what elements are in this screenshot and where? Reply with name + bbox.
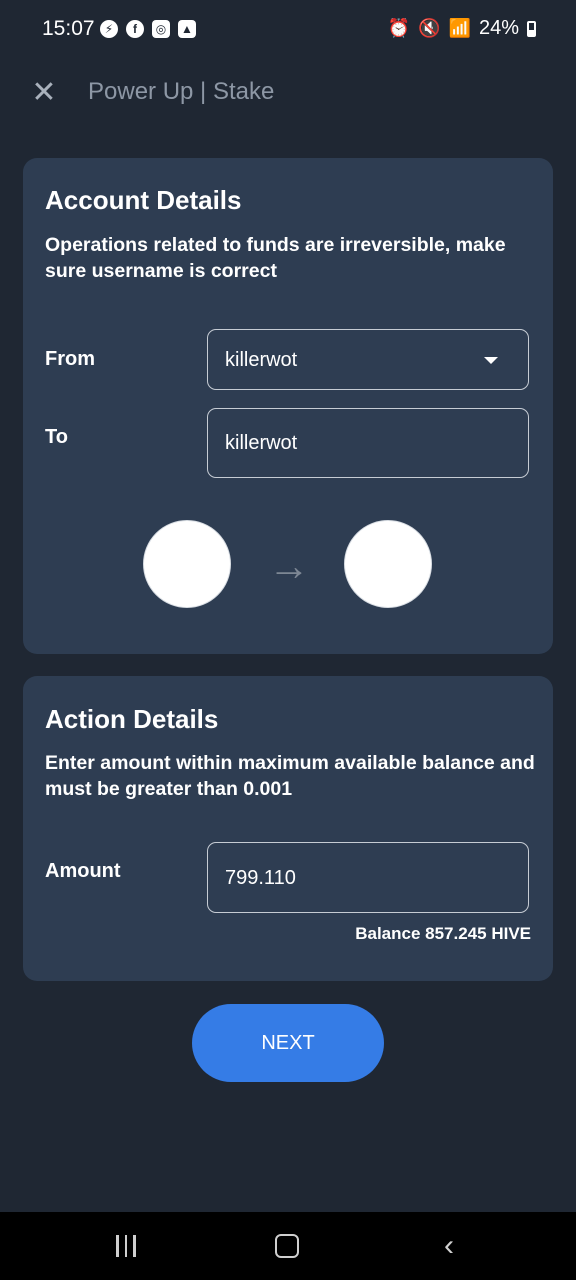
app-header: ✕ Power Up | Stake bbox=[0, 58, 576, 130]
status-time: 15:07 bbox=[42, 17, 95, 40]
action-details-title: Action Details bbox=[45, 704, 219, 734]
account-details-card: Account Details Operations related to fu… bbox=[23, 158, 553, 654]
to-account-input[interactable]: killerwot bbox=[207, 408, 529, 478]
page-title: Power Up | Stake bbox=[88, 78, 275, 105]
account-details-title: Account Details bbox=[45, 185, 242, 215]
account-details-subtitle: Operations related to funds are irrevers… bbox=[45, 234, 506, 282]
amount-input[interactable]: 799.110 bbox=[207, 842, 529, 913]
from-label: From bbox=[45, 348, 95, 370]
battery-icon bbox=[527, 20, 536, 37]
navigation-bar: ‹ bbox=[0, 1212, 576, 1280]
balance-text: Balance 857.245 HIVE bbox=[355, 924, 531, 943]
amount-value: 799.110 bbox=[225, 867, 296, 889]
next-button[interactable]: NEXT bbox=[192, 1004, 384, 1082]
amount-label: Amount bbox=[45, 860, 121, 882]
to-label: To bbox=[45, 426, 68, 448]
from-account-dropdown[interactable]: killerwot bbox=[207, 329, 529, 390]
system-icons: ⏰ 🔇 📶 24% bbox=[388, 17, 536, 40]
arrow-right-icon: → bbox=[268, 542, 310, 589]
home-icon[interactable] bbox=[267, 1230, 307, 1262]
close-icon[interactable]: ✕ bbox=[28, 78, 60, 110]
to-avatar bbox=[344, 520, 432, 608]
dropdown-caret-icon bbox=[484, 357, 498, 364]
notification-icons: ⚡ f ◎ ▲ bbox=[100, 20, 196, 38]
alarm-icon: ⏰ bbox=[387, 18, 411, 38]
from-avatar bbox=[143, 520, 231, 608]
status-bar: 15:07 ⚡ f ◎ ▲ ⏰ 🔇 📶 24% bbox=[0, 0, 576, 58]
back-icon[interactable]: ‹ bbox=[429, 1229, 469, 1262]
messenger-icon: ⚡ bbox=[100, 20, 118, 38]
action-details-subtitle: Enter amount within maximum available ba… bbox=[45, 752, 535, 800]
instagram-icon: ◎ bbox=[152, 20, 170, 38]
facebook-icon: f bbox=[126, 20, 144, 38]
recents-icon[interactable] bbox=[106, 1230, 146, 1262]
to-account-value: killerwot bbox=[225, 432, 298, 454]
action-details-card: Action Details Enter amount within maxim… bbox=[23, 676, 553, 981]
mute-icon: 🔇 bbox=[418, 18, 441, 38]
from-account-value: killerwot bbox=[225, 349, 298, 371]
gallery-icon: ▲ bbox=[178, 20, 196, 38]
battery-percent: 24% bbox=[478, 17, 519, 39]
wifi-icon: 📶 bbox=[448, 18, 471, 38]
